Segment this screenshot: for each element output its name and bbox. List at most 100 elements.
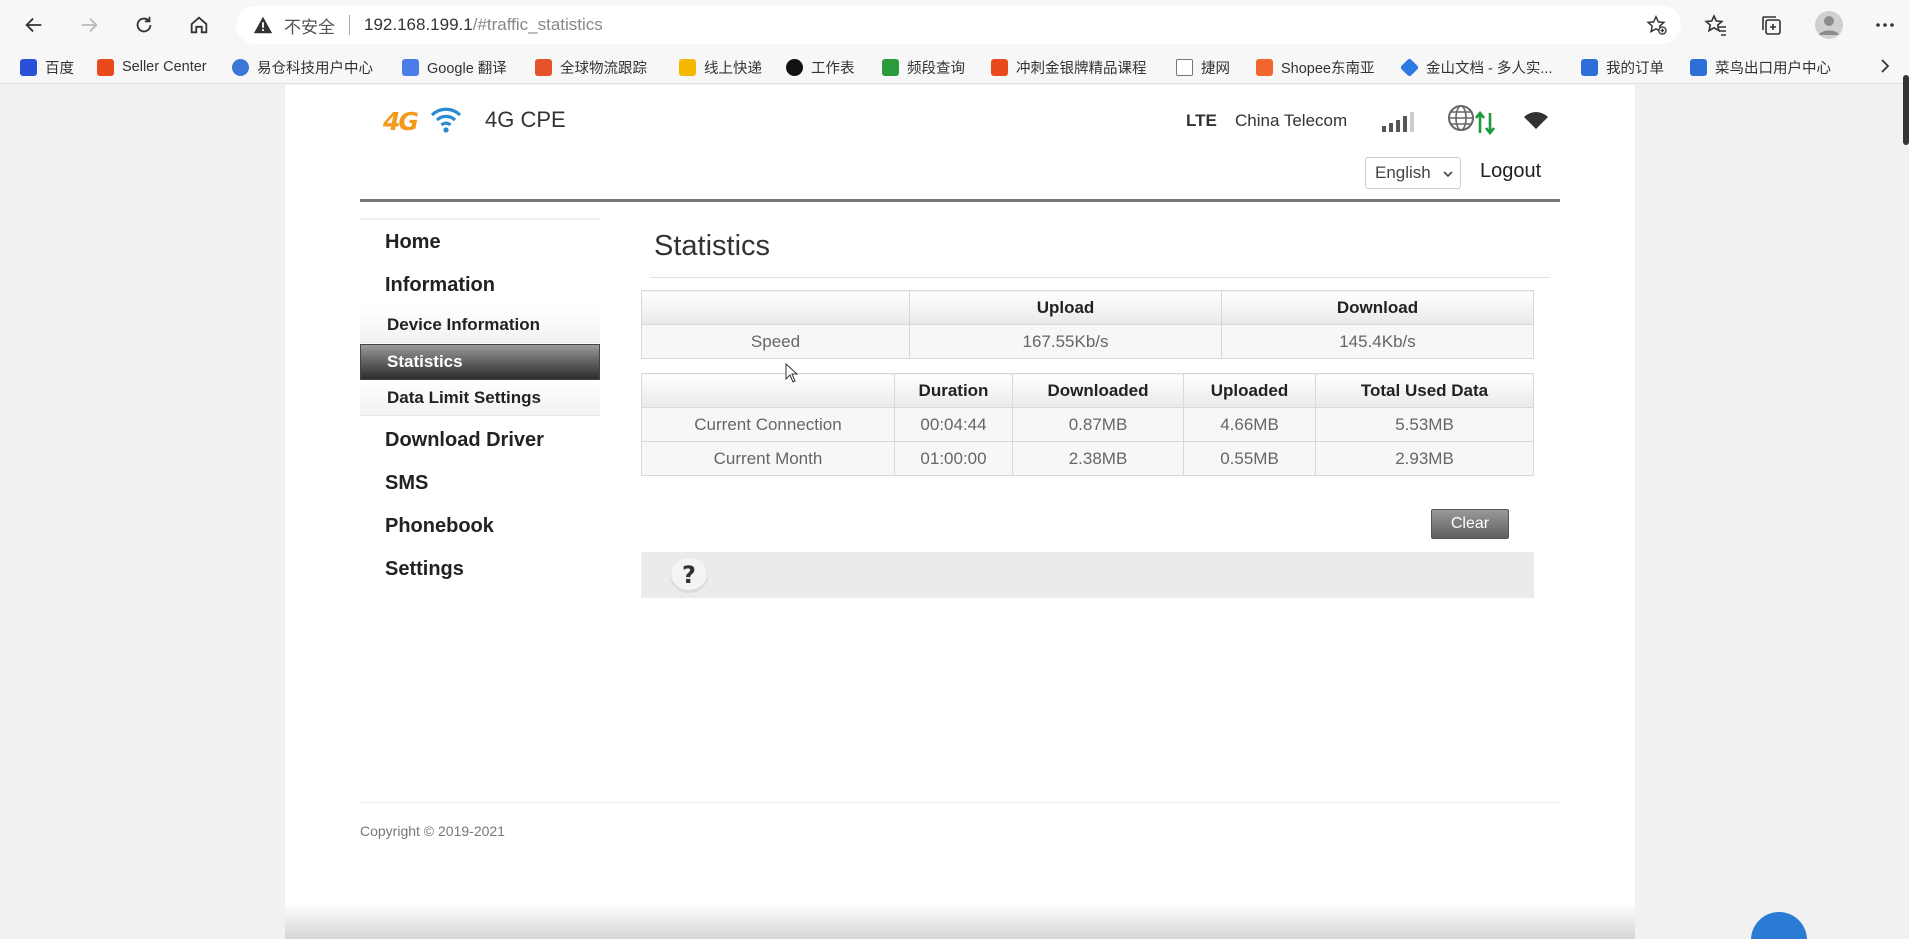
- flag-icon: [882, 58, 899, 76]
- bookmark-item[interactable]: 我的订单: [1581, 57, 1664, 77]
- address-divider: [349, 15, 350, 35]
- security-label: 不安全: [284, 17, 335, 37]
- order-icon: [1581, 58, 1598, 76]
- bookmark-item[interactable]: 频段查询: [882, 57, 965, 77]
- wifi-logo-icon: [430, 107, 462, 133]
- address-bar[interactable]: 不安全 192.168.199.1/#traffic_statistics: [236, 6, 1681, 44]
- url-host: 192.168.199.1: [364, 15, 473, 34]
- table-row: Speed 167.55Kb/s 145.4Kb/s: [641, 324, 1534, 359]
- brand-logo: 4G: [383, 107, 463, 137]
- total-cell: 5.53MB: [1315, 407, 1534, 442]
- duration-cell: 01:00:00: [894, 441, 1013, 476]
- usage-table: Duration Downloaded Uploaded Total Used …: [641, 373, 1534, 476]
- table-header: [641, 290, 910, 325]
- menu-item-settings[interactable]: Settings: [385, 558, 464, 581]
- page-icon: [1176, 58, 1193, 76]
- total-cell: 2.93MB: [1315, 441, 1534, 476]
- row-label: Current Month: [641, 441, 895, 476]
- chevron-right-icon[interactable]: [1875, 56, 1895, 76]
- bookmark-label: 捷网: [1201, 60, 1230, 77]
- help-icon[interactable]: ?: [668, 555, 710, 595]
- menu-item-download-driver[interactable]: Download Driver: [385, 429, 544, 452]
- bookmark-label: 易仓科技用户中心: [257, 60, 373, 77]
- bookmark-label: 我的订单: [1606, 60, 1664, 77]
- bottom-fade: [285, 903, 1635, 939]
- back-icon[interactable]: [18, 9, 50, 41]
- bookmark-item[interactable]: 冲刺金银牌精品课程: [991, 57, 1147, 77]
- warning-icon: [253, 16, 273, 34]
- menu-top-divider: [360, 218, 600, 220]
- mouse-cursor-icon: [785, 363, 799, 383]
- bookmark-label: Shopee东南亚: [1281, 60, 1375, 77]
- menu-item-sms[interactable]: SMS: [385, 472, 428, 495]
- favorites-icon[interactable]: [1703, 12, 1729, 38]
- bookmark-label: Google 翻译: [427, 60, 507, 77]
- table-header-row: Upload Download: [641, 290, 1534, 325]
- bookmark-label: 频段查询: [907, 60, 965, 77]
- bookmark-item[interactable]: 易仓科技用户中心: [232, 57, 373, 77]
- express-icon: [679, 58, 696, 76]
- downloaded-cell: 0.87MB: [1012, 407, 1184, 442]
- course-icon: [991, 58, 1008, 76]
- submenu-item-device-information[interactable]: Device Information: [387, 315, 540, 335]
- bookmark-item[interactable]: 百度: [20, 57, 74, 77]
- chevron-down-icon: [1443, 171, 1453, 178]
- bookmark-label: 线上快递: [704, 60, 762, 77]
- footer-divider: [360, 802, 1560, 803]
- wifi-status-icon: [1524, 112, 1548, 129]
- speed-table: Upload Download Speed 167.55Kb/s 145.4Kb…: [641, 290, 1534, 359]
- downloaded-cell: 2.38MB: [1012, 441, 1184, 476]
- row-label: Speed: [641, 324, 910, 359]
- bookmark-item[interactable]: Seller Center: [97, 57, 207, 77]
- menu-item-phonebook[interactable]: Phonebook: [385, 515, 494, 538]
- url-text: 192.168.199.1/#traffic_statistics: [364, 15, 603, 35]
- table-row: Current Month 01:00:00 2.38MB 0.55MB 2.9…: [641, 441, 1534, 476]
- bookmark-label: 菜鸟出口用户中心: [1715, 60, 1831, 77]
- collections-icon[interactable]: [1758, 12, 1784, 38]
- bookmark-label: 金山文档 - 多人实...: [1426, 60, 1553, 77]
- site-icon: [232, 58, 249, 76]
- sheet-icon: [786, 58, 803, 76]
- bookmarks-bar: 百度 Seller Center 易仓科技用户中心 Google 翻译 全球物流…: [0, 50, 1909, 84]
- tracking-icon: [535, 58, 552, 76]
- data-transfer-icon: [1474, 111, 1496, 135]
- scrollbar-thumb[interactable]: [1903, 75, 1909, 145]
- menu-item-information[interactable]: Information: [385, 274, 495, 297]
- more-icon[interactable]: [1872, 12, 1898, 38]
- bookmark-item[interactable]: 金山文档 - 多人实...: [1399, 57, 1553, 77]
- table-header: [641, 373, 895, 408]
- bookmark-item[interactable]: 工作表: [786, 57, 855, 77]
- cainiao-icon: [1690, 58, 1707, 76]
- bookmark-label: Seller Center: [122, 59, 207, 75]
- table-header-row: Duration Downloaded Uploaded Total Used …: [641, 373, 1534, 408]
- clear-button[interactable]: Clear: [1431, 509, 1509, 539]
- table-header: Upload: [909, 290, 1222, 325]
- bookmark-label: 全球物流跟踪: [560, 60, 647, 77]
- bookmark-item[interactable]: 捷网: [1176, 57, 1230, 77]
- logout-link[interactable]: Logout: [1480, 160, 1541, 183]
- forward-icon[interactable]: [73, 9, 105, 41]
- profile-icon[interactable]: [1814, 10, 1844, 40]
- floating-timer-button[interactable]: [1751, 912, 1807, 939]
- upload-speed: 167.55Kb/s: [909, 324, 1222, 359]
- bookmark-item[interactable]: Google 翻译: [402, 57, 507, 77]
- menu-item-home[interactable]: Home: [385, 231, 441, 254]
- table-header: Download: [1221, 290, 1534, 325]
- refresh-icon[interactable]: [128, 9, 160, 41]
- favorite-add-icon[interactable]: [1645, 14, 1667, 36]
- logo-text: 4G: [383, 107, 419, 136]
- product-name: 4G CPE: [485, 107, 566, 132]
- bookmark-label: 百度: [45, 60, 74, 77]
- bookmark-label: 工作表: [811, 60, 855, 77]
- language-value: English: [1375, 163, 1431, 182]
- submenu-item-statistics[interactable]: Statistics: [387, 352, 463, 372]
- bookmark-item[interactable]: 菜鸟出口用户中心: [1690, 57, 1831, 77]
- language-select[interactable]: English: [1365, 157, 1461, 189]
- bookmark-item[interactable]: Shopee东南亚: [1256, 57, 1375, 77]
- uploaded-cell: 0.55MB: [1183, 441, 1316, 476]
- bookmark-item[interactable]: 线上快递: [679, 57, 762, 77]
- router-page: 4G 4G CPE LTE China Telecom English Logo…: [285, 85, 1635, 939]
- bookmark-item[interactable]: 全球物流跟踪: [535, 57, 647, 77]
- submenu-item-data-limit-settings[interactable]: Data Limit Settings: [387, 388, 541, 408]
- home-icon[interactable]: [183, 9, 215, 41]
